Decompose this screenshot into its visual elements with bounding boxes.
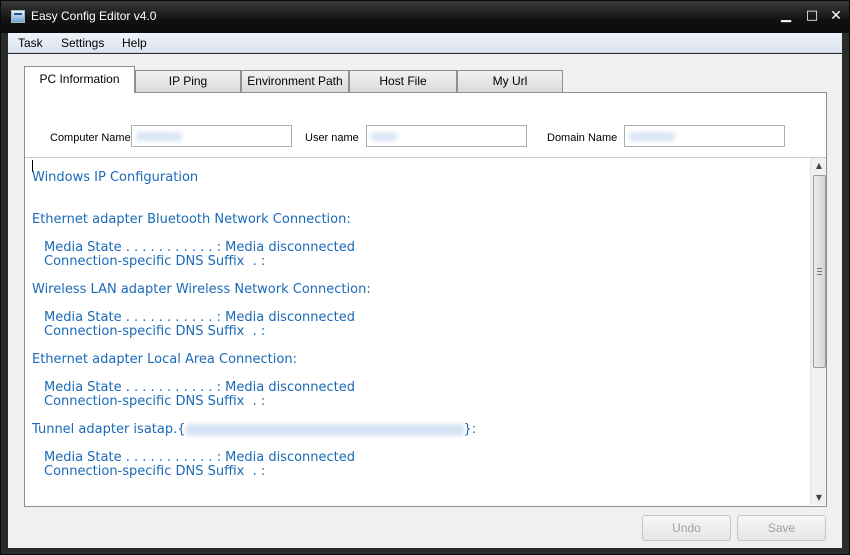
media-state-line: Media State . . . . . . . . . . . : Medi…	[44, 240, 356, 255]
close-button[interactable]: ✕	[825, 7, 847, 25]
main-window: Easy Config Editor v4.0 ▁ □ ✕ Task Setti…	[0, 0, 850, 555]
computer-name-field[interactable]	[131, 125, 292, 147]
menu-help[interactable]: Help	[122, 36, 147, 50]
undo-button[interactable]: Undo	[642, 515, 731, 541]
adapter-header: Ethernet adapter Bluetooth Network Conne…	[32, 212, 351, 227]
tab-my-url[interactable]: My Url	[457, 70, 563, 92]
minimize-button[interactable]: ▁	[775, 7, 797, 25]
scrollbar-thumb[interactable]	[813, 175, 826, 368]
dns-suffix-line: Connection-specific DNS Suffix . :	[44, 324, 266, 339]
dns-suffix-line: Connection-specific DNS Suffix . :	[44, 394, 266, 409]
media-state-line: Media State . . . . . . . . . . . : Medi…	[44, 310, 356, 325]
redacted-value	[371, 132, 397, 141]
menu-settings[interactable]: Settings	[61, 36, 104, 50]
grip-icon	[817, 268, 822, 275]
title-bar[interactable]: Easy Config Editor v4.0 ▁ □ ✕	[1, 1, 849, 33]
domain-name-field[interactable]	[624, 125, 785, 147]
media-state-line: Media State . . . . . . . . . . . : Medi…	[44, 380, 356, 395]
tunnel-header-prefix: Tunnel adapter isatap.{	[32, 422, 186, 437]
adapter-header: Wireless LAN adapter Wireless Network Co…	[32, 282, 371, 297]
domain-name-label: Domain Name	[547, 132, 618, 144]
tab-pc-information[interactable]: PC Information	[24, 66, 135, 93]
client-area: PC Information IP Ping Environment Path …	[8, 54, 842, 548]
save-button[interactable]: Save	[737, 515, 826, 541]
menu-bar: Task Settings Help	[8, 33, 842, 53]
tab-ip-ping[interactable]: IP Ping	[135, 70, 241, 92]
adapter-header: Ethernet adapter Local Area Connection:	[32, 352, 297, 367]
redacted-value	[136, 132, 182, 141]
media-state-line: Media State . . . . . . . . . . . : Medi…	[44, 450, 356, 465]
scroll-up-arrow-icon[interactable]: ▲	[811, 158, 826, 174]
ipconfig-output[interactable]: Windows IP Configuration Ethernet adapte…	[25, 157, 826, 505]
computer-name-label: Computer Name	[50, 132, 131, 144]
adapter-header-tunnel: Tunnel adapter isatap.{}:	[32, 422, 476, 437]
dns-suffix-line: Connection-specific DNS Suffix . :	[44, 464, 266, 479]
tab-host-file[interactable]: Host File	[349, 70, 457, 92]
maximize-button[interactable]: □	[801, 7, 823, 25]
menu-task[interactable]: Task	[18, 36, 43, 50]
user-name-field[interactable]	[366, 125, 527, 147]
tab-environment-path[interactable]: Environment Path	[241, 70, 349, 92]
scroll-down-arrow-icon[interactable]: ▼	[811, 490, 826, 505]
vertical-scrollbar[interactable]: ▲ ▼	[810, 158, 826, 505]
window-title: Easy Config Editor v4.0	[31, 9, 157, 23]
user-name-label: User name	[305, 132, 359, 144]
output-title: Windows IP Configuration	[32, 170, 199, 185]
dns-suffix-line: Connection-specific DNS Suffix . :	[44, 254, 266, 269]
app-icon	[11, 10, 25, 23]
redacted-guid	[185, 423, 464, 436]
tunnel-header-suffix: }:	[463, 422, 477, 437]
redacted-value	[629, 132, 675, 141]
